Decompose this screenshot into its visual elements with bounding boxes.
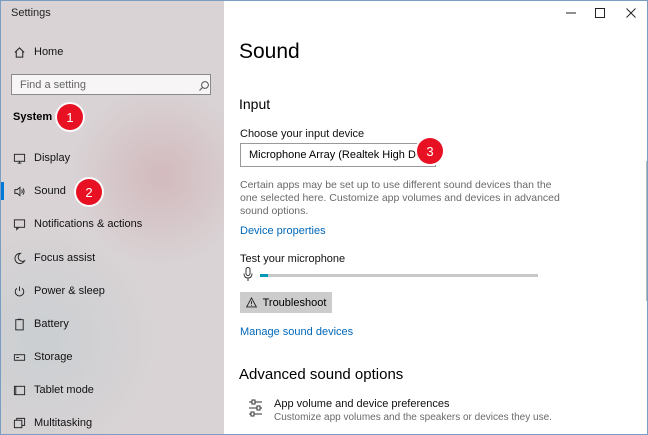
warning-icon	[245, 297, 257, 308]
sidebar-item-label: Storage	[34, 351, 73, 363]
sidebar-item-label: Multitasking	[34, 417, 93, 429]
multitasking-icon	[13, 417, 26, 430]
sidebar-item-label: Notifications & actions	[34, 218, 143, 230]
manage-sound-devices-link[interactable]: Manage sound devices	[240, 326, 353, 338]
speaker-icon	[13, 185, 26, 198]
sidebar-item-notifications[interactable]: Notifications & actions	[1, 209, 224, 239]
moon-icon	[13, 252, 26, 265]
input-device-select[interactable]: Microphone Array (Realtek High De...	[240, 143, 436, 167]
choose-input-label: Choose your input device	[240, 128, 365, 140]
test-microphone-label: Test your microphone	[240, 253, 346, 265]
tablet-icon	[13, 384, 26, 397]
sidebar-item-tablet-mode[interactable]: Tablet mode	[1, 375, 224, 405]
sidebar-item-label: Sound	[34, 185, 66, 197]
sidebar-item-label: Display	[34, 152, 71, 164]
main-content: Sound Input Choose your input device Mic…	[224, 1, 647, 434]
home-icon	[13, 46, 26, 59]
app-volume-preferences-description: Customize app volumes and the speakers o…	[274, 412, 552, 423]
advanced-sound-heading: Advanced sound options	[239, 366, 404, 383]
sliders-icon	[249, 399, 262, 417]
troubleshoot-label: Troubleshoot	[262, 296, 327, 309]
sidebar-item-display[interactable]: Display	[1, 143, 224, 173]
sidebar-item-label: Power & sleep	[34, 285, 105, 297]
sidebar-item-focus-assist[interactable]: Focus assist	[1, 243, 224, 273]
search-input[interactable]	[12, 77, 196, 92]
page-title: Sound	[239, 40, 300, 63]
sidebar-item-multitasking[interactable]: Multitasking	[1, 408, 224, 434]
settings-window: Settings Home System Display Soun	[0, 0, 648, 435]
input-device-value: Microphone Array (Realtek High De...	[249, 149, 432, 161]
sidebar-item-label: Tablet mode	[34, 384, 94, 396]
battery-icon	[13, 318, 26, 331]
input-heading: Input	[239, 96, 271, 112]
input-description: Certain apps may be set up to use differ…	[240, 179, 560, 217]
sidebar-item-label: Home	[34, 46, 64, 58]
microphone-icon	[243, 267, 253, 281]
app-volume-preferences-link[interactable]: App volume and device preferences	[274, 398, 450, 410]
notifications-icon	[13, 218, 26, 231]
microphone-level-meter	[260, 274, 538, 277]
storage-icon	[13, 351, 26, 364]
sidebar-item-sound[interactable]: Sound	[1, 176, 224, 206]
annotation-badge-2: 2	[76, 179, 102, 205]
annotation-badge-1: 1	[57, 104, 83, 130]
device-properties-link[interactable]: Device properties	[240, 225, 326, 237]
sidebar-item-storage[interactable]: Storage	[1, 342, 224, 372]
search-box[interactable]	[11, 74, 211, 95]
sidebar: Settings Home System Display Soun	[1, 1, 224, 434]
power-icon	[13, 285, 26, 298]
sidebar-item-battery[interactable]: Battery	[1, 309, 224, 339]
annotation-badge-3: 3	[417, 138, 443, 164]
app-title: Settings	[11, 7, 51, 19]
troubleshoot-button[interactable]: Troubleshoot	[240, 292, 332, 313]
display-icon	[13, 152, 26, 165]
microphone-level-fill	[260, 274, 269, 277]
sidebar-item-power-sleep[interactable]: Power & sleep	[1, 276, 224, 306]
section-title: System	[13, 111, 53, 123]
sidebar-item-home[interactable]: Home	[1, 37, 224, 67]
sidebar-item-label: Battery	[34, 318, 69, 330]
search-icon[interactable]	[198, 79, 210, 91]
sidebar-item-label: Focus assist	[34, 252, 96, 264]
